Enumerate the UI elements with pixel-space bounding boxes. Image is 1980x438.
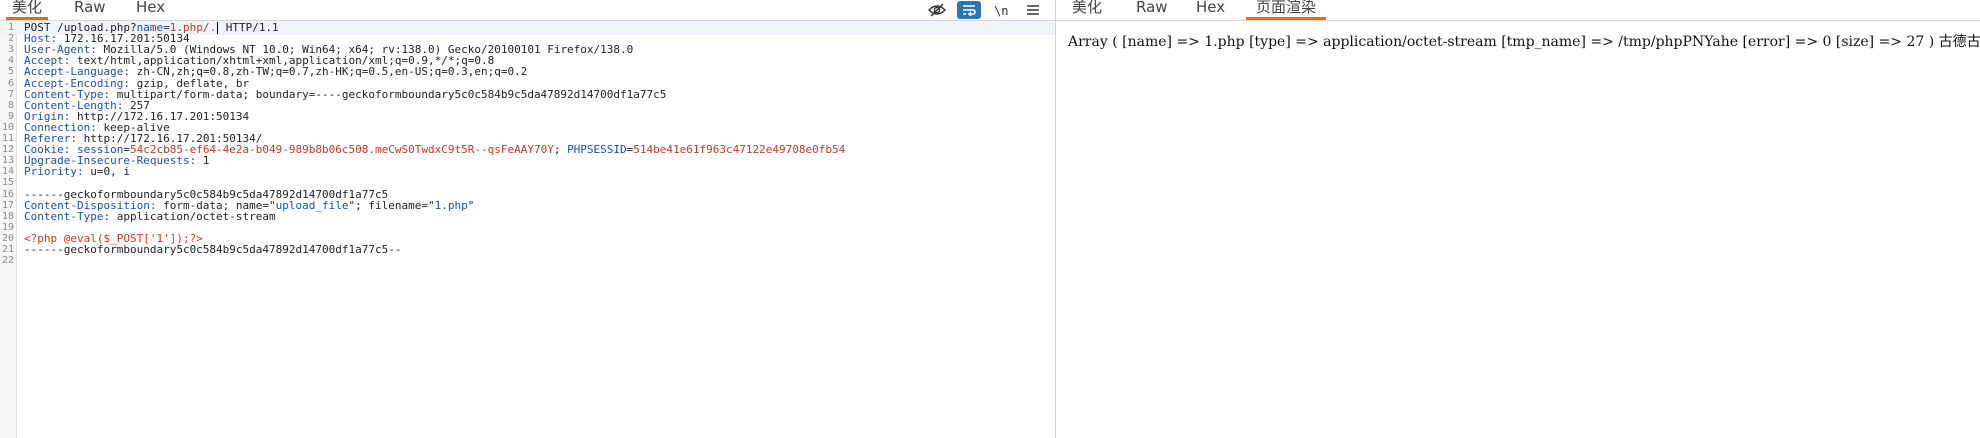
tab-hex[interactable]: Hex <box>136 0 165 20</box>
tab-hex[interactable]: Hex <box>1196 0 1225 20</box>
request-tab-bar: 美化 Raw Hex \n <box>0 0 1055 21</box>
response-tab-bar: 美化 Raw Hex 页面渲染 <box>1056 0 1980 21</box>
line-number: 22 <box>1 255 14 267</box>
hide-non-printing-icon[interactable] <box>925 1 949 19</box>
tab-render[interactable]: 页面渲染 <box>1245 0 1327 20</box>
request-editor[interactable]: 1 POST /upload.php?name=1.php/. HTTP/1.1 2… <box>0 21 1055 438</box>
tab-pretty[interactable]: 美化 <box>1072 0 1102 20</box>
menu-icon[interactable] <box>1021 1 1045 19</box>
svg-text:\n: \n <box>994 4 1008 17</box>
request-panel: 美化 Raw Hex \n 1 POST /upload.php?name=1.p… <box>0 0 1056 438</box>
tab-raw[interactable]: Raw <box>74 0 106 20</box>
tab-pretty[interactable]: 美化 <box>5 0 49 20</box>
response-panel: 美化 Raw Hex 页面渲染 Array ( [name] => 1.php … <box>1056 0 1980 438</box>
rendered-response: Array ( [name] => 1.php [type] => applic… <box>1068 34 1980 50</box>
tab-raw[interactable]: Raw <box>1136 0 1168 20</box>
editor-toolbar: \n <box>925 0 1045 20</box>
newline-icon[interactable]: \n <box>989 1 1013 19</box>
wrap-lines-icon[interactable] <box>957 1 981 19</box>
code-line[interactable]: 22 <box>0 254 1055 268</box>
